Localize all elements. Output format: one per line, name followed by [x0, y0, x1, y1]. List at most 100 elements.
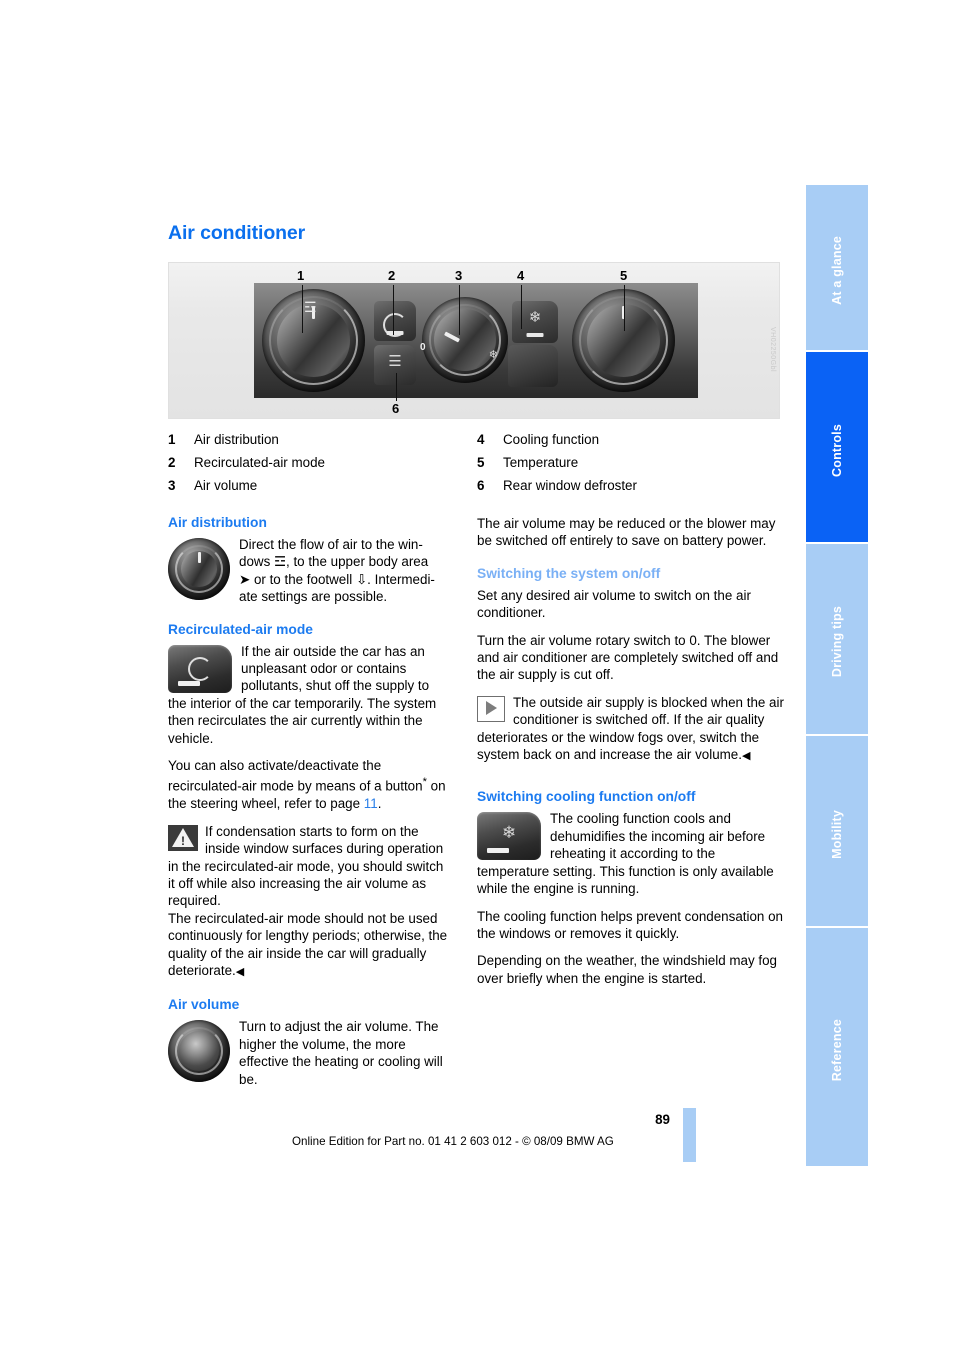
switching-cooling-block: ❄ The cooling function cools and dehumid… [477, 810, 786, 907]
ad-line-3: , to the upper body area [286, 554, 429, 570]
recirculated-air-para-2: You can also activate/deactivate the rec… [168, 757, 451, 813]
warning-text-2: The recirculated-air mode should not be … [168, 910, 451, 982]
callout-number-2: 2 [388, 268, 396, 283]
button-indicator-bar [526, 333, 544, 337]
legend-item: 6 Rear window defroster [477, 474, 786, 497]
column-left: Air distribution Direct the flow of air … [168, 515, 477, 1088]
legend-column-right: 4 Cooling function 5 Temperature 6 Rear … [477, 428, 786, 497]
cooling-function-button: ❄ [512, 301, 558, 343]
tab-label: Mobility [830, 809, 844, 859]
switching-cooling-para-3: Depending on the weather, the windshield… [477, 953, 778, 986]
button-indicator-bar [386, 331, 404, 335]
end-of-note-marker: ◀ [235, 966, 245, 978]
legend-number: 4 [477, 432, 485, 447]
page-title: Air conditioner [168, 222, 306, 244]
legend-number: 3 [168, 478, 176, 493]
warning-text-2-body: The recirculated-air mode should not be … [168, 910, 448, 978]
ad-line-6: ate settings are possible. [239, 589, 388, 605]
ra-p2-c: . [377, 796, 382, 812]
zero-position-label: 0 [420, 342, 426, 353]
recirculated-air-block: If the air outside the car has an unplea… [168, 643, 451, 757]
end-of-note-marker: ◀ [741, 750, 751, 763]
tab-at-a-glance[interactable]: At a glance [806, 185, 868, 352]
heading-switching-cooling: Switching cooling function on/off [477, 789, 696, 805]
recirculated-air-warning-block: ! If condensation starts to form on the … [168, 823, 451, 910]
tab-label: Controls [830, 423, 844, 477]
tab-mobility[interactable]: Mobility [806, 736, 868, 928]
cooling-button-lower-pad [508, 345, 558, 387]
section-tab-strip: At a glance Controls Driving tips Mobili… [806, 185, 868, 1166]
legend-item: 2 Recirculated-air mode [168, 451, 477, 474]
callout-number-4: 4 [517, 268, 525, 283]
legend-number: 2 [168, 455, 176, 470]
legend-label: Air volume [194, 478, 258, 493]
legend-item: 4 Cooling function [477, 428, 786, 451]
heading-recirculated-air-mode: Recirculated-air mode [168, 621, 313, 637]
callout-number-5: 5 [620, 268, 628, 283]
tab-reference[interactable]: Reference [806, 928, 868, 1166]
rear-window-defroster-button: ☰ [374, 345, 416, 385]
page-reference-link[interactable]: 11 [364, 796, 378, 811]
heading-air-distribution: Air distribution [168, 515, 267, 530]
legend-column-left: 1 Air distribution 2 Recirculated-air mo… [168, 428, 477, 497]
ac-snowflake-icon: ❄ [528, 309, 542, 326]
callout-number-1: 1 [297, 268, 305, 283]
note-body: The outside air supply is blocked when t… [477, 694, 784, 763]
page-number: 89 [655, 1112, 670, 1127]
switching-cooling-para-2: The cooling function helps prevent conde… [477, 908, 783, 941]
note-triangle-icon [477, 695, 505, 722]
air-distribution-knob: ☲ [262, 289, 365, 392]
tab-controls[interactable]: Controls [806, 352, 868, 544]
tab-label: At a glance [830, 236, 844, 305]
page-number-bar [683, 1108, 696, 1162]
legend-item: 1 Air distribution [168, 428, 477, 451]
snowflake-icon: ❄ [501, 823, 517, 843]
knob-hub [434, 309, 496, 371]
cooling-function-button-icon: ❄ [477, 812, 541, 861]
leader-line-3 [459, 285, 461, 335]
switching-system-para-1: Set any desired air volume to switch on … [477, 587, 751, 621]
legend-number: 6 [477, 478, 485, 493]
callout-number-6: 6 [392, 401, 400, 416]
page-content: Air conditioner ☲ ☰ 0 ❄ ❄ 1 2 3 4 5 6 VH… [168, 222, 786, 1088]
legend-item: 5 Temperature [477, 451, 786, 474]
battery-saving-note: The air volume may be reduced or the blo… [477, 516, 776, 549]
tab-driving-tips[interactable]: Driving tips [806, 544, 868, 736]
windshield-defrost-icon: ☲ [304, 299, 317, 315]
air-distribution-knob-icon [168, 538, 230, 600]
legend-label: Cooling function [503, 432, 600, 447]
legend-number: 1 [168, 432, 176, 447]
upper-body-icon: ➤ [239, 571, 251, 587]
windshield-icon: ☲ [273, 554, 286, 570]
switching-system-note: The outside air supply is blocked when t… [477, 694, 786, 766]
leader-line-6 [396, 373, 398, 401]
warning-triangle-icon: ! [168, 824, 198, 851]
legend-label: Air distribution [194, 432, 279, 447]
air-volume-knob-icon [168, 1020, 230, 1083]
switching-system-note-block: The outside air supply is blocked when t… [477, 694, 786, 776]
legend-label: Recirculated-air mode [194, 455, 325, 470]
air-volume-knob: 0 ❄ [420, 297, 508, 383]
body-columns: Air distribution Direct the flow of air … [168, 515, 786, 1088]
leader-line-4 [521, 285, 523, 329]
legend-item: 3 Air volume [168, 474, 477, 497]
legend-number: 5 [477, 455, 485, 470]
climate-panel-photo: ☲ ☰ 0 ❄ ❄ [254, 283, 698, 398]
copyright-line: Online Edition for Part no. 01 41 2 603 … [292, 1135, 614, 1148]
ad-line-4: or to the footwell [250, 571, 356, 587]
ad-line-5: . Intermedi- [367, 571, 435, 587]
recirculated-air-button-icon [168, 644, 232, 693]
leader-line-5 [624, 285, 626, 331]
column-right: The air volume may be reduced or the blo… [477, 515, 786, 1088]
figure-reference-code: VH02250Gbl [769, 327, 776, 373]
tab-label: Driving tips [830, 606, 844, 678]
leader-line-1 [302, 285, 304, 333]
ra-p2-a: You can also activate/deactivate the rec… [168, 758, 423, 794]
warning-text-1: If condensation starts to form on the in… [168, 823, 444, 909]
climate-control-panel-figure: ☲ ☰ 0 ❄ ❄ 1 2 3 4 5 6 VH02250Gbl [168, 262, 780, 419]
footwell-icon: ⇩ [355, 571, 368, 587]
rear-defroster-icon: ☰ [388, 353, 402, 370]
heading-switching-system: Switching the system on/off [477, 565, 661, 581]
figure-legend: 1 Air distribution 2 Recirculated-air mo… [168, 428, 786, 497]
legend-label: Temperature [503, 455, 579, 470]
